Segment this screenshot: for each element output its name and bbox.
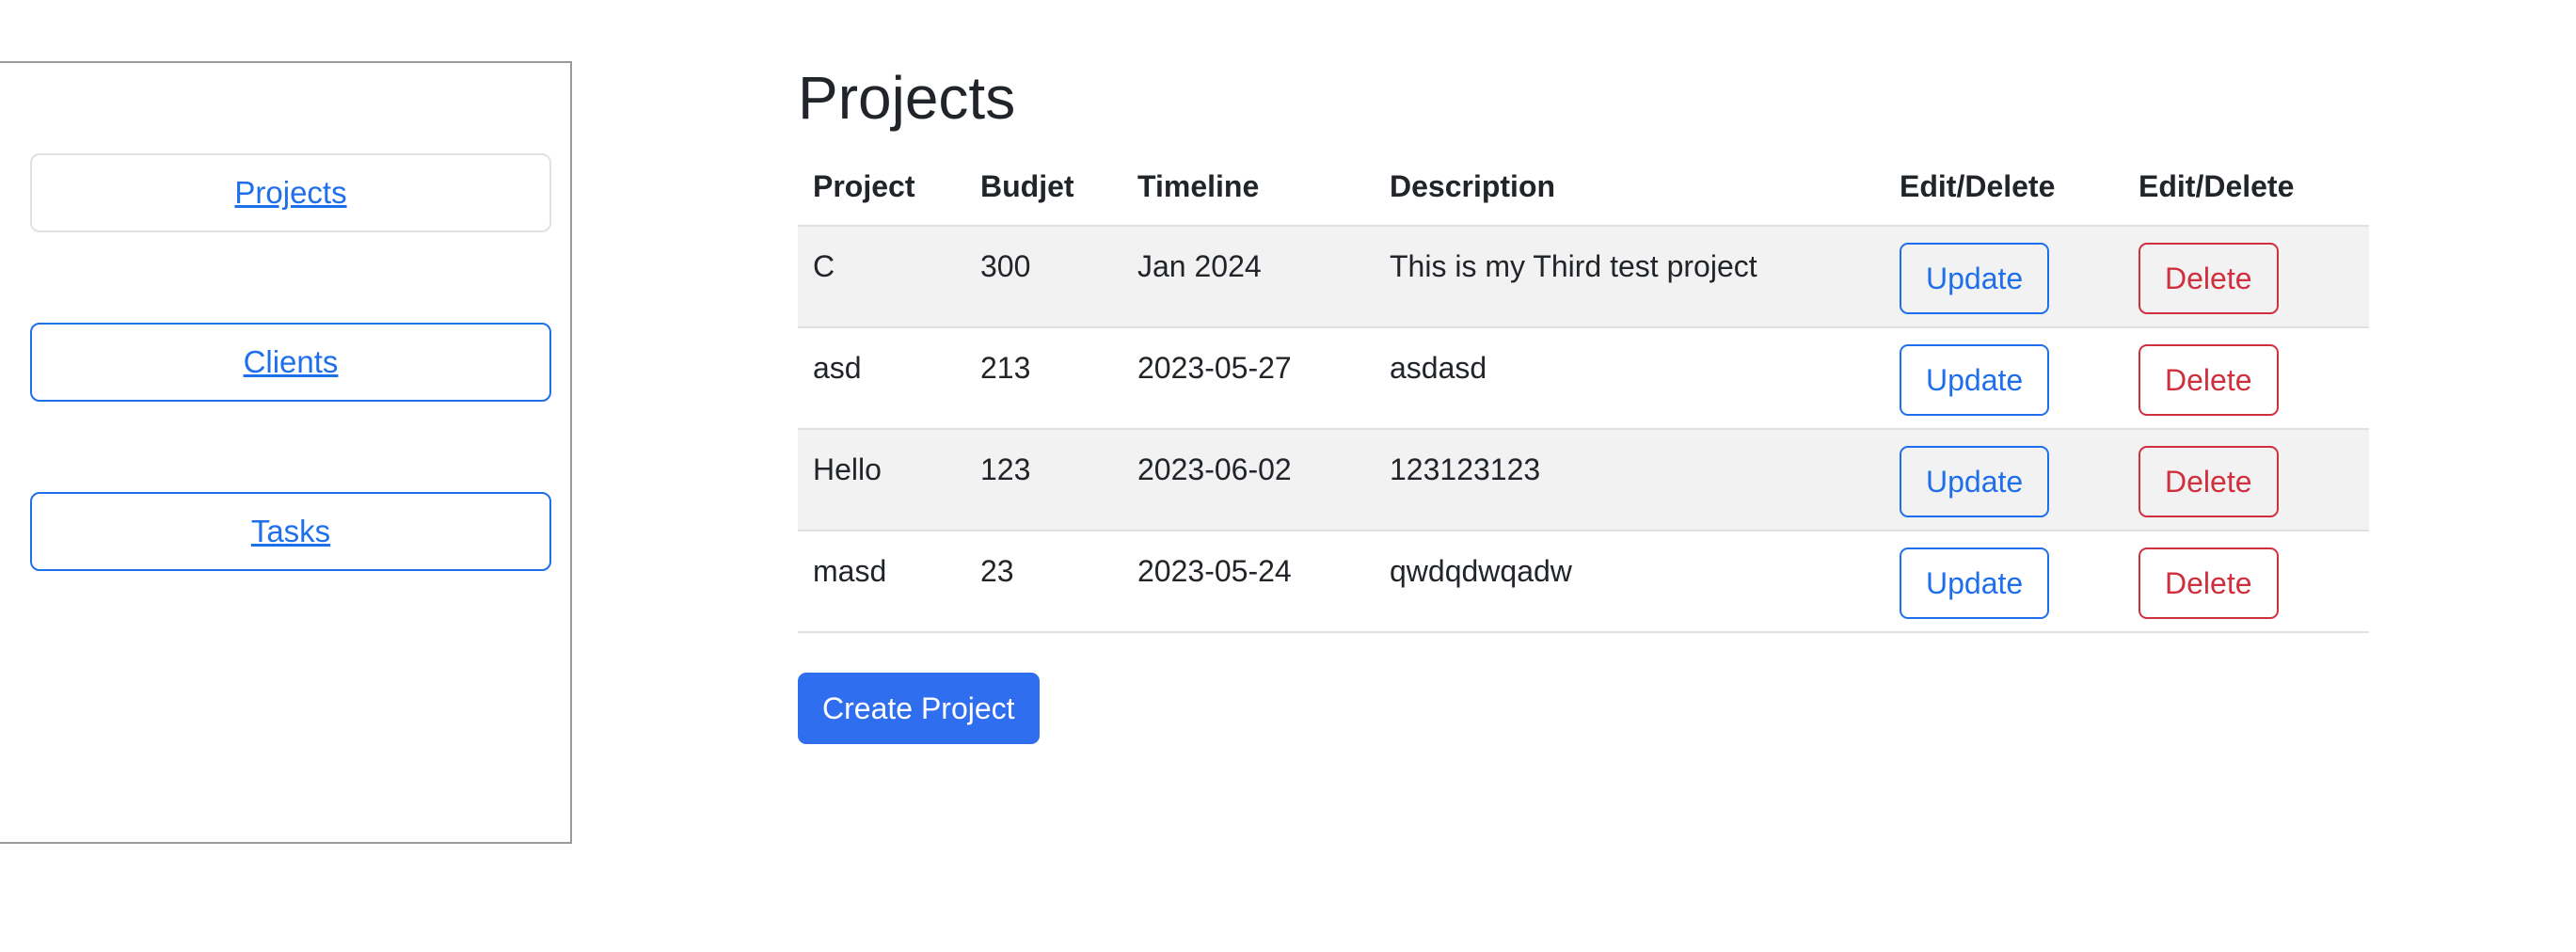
- delete-cell: Delete: [2123, 327, 2369, 430]
- delete-button[interactable]: Delete: [2139, 547, 2279, 619]
- table-header-row: Project Budjet Timeline Description Edit…: [798, 148, 2369, 227]
- sidebar-item-label[interactable]: Tasks: [251, 514, 330, 549]
- table-row: masd 23 2023-05-24 qwdqdwqadw Update Del…: [798, 531, 2369, 633]
- column-header-budget: Budjet: [965, 148, 1122, 227]
- projects-table: Project Budjet Timeline Description Edit…: [798, 148, 2369, 633]
- update-cell: Update: [1884, 429, 2123, 532]
- column-header-description: Description: [1375, 148, 1884, 227]
- project-cell: asd: [798, 327, 965, 430]
- update-cell: Update: [1884, 327, 2123, 430]
- budget-cell: 213: [965, 327, 1122, 430]
- table-row: Hello 123 2023-06-02 123123123 Update De…: [798, 429, 2369, 532]
- column-header-edit-delete: Edit/Delete: [2123, 148, 2369, 227]
- timeline-cell: 2023-06-02: [1122, 429, 1375, 532]
- delete-button[interactable]: Delete: [2139, 446, 2279, 517]
- sidebar-item-tasks[interactable]: Tasks: [30, 492, 551, 571]
- sidebar-item-clients[interactable]: Clients: [30, 323, 551, 402]
- sidebar-item-label[interactable]: Clients: [244, 344, 339, 380]
- timeline-cell: 2023-05-24: [1122, 531, 1375, 633]
- column-header-edit-delete: Edit/Delete: [1884, 148, 2123, 227]
- delete-cell: Delete: [2123, 429, 2369, 532]
- delete-cell: Delete: [2123, 531, 2369, 633]
- project-cell: Hello: [798, 429, 965, 532]
- description-cell: 123123123: [1375, 429, 1884, 532]
- delete-cell: Delete: [2123, 226, 2369, 328]
- delete-button[interactable]: Delete: [2139, 243, 2279, 314]
- update-cell: Update: [1884, 531, 2123, 633]
- timeline-cell: 2023-05-27: [1122, 327, 1375, 430]
- delete-button[interactable]: Delete: [2139, 344, 2279, 416]
- create-project-button[interactable]: Create Project: [798, 673, 1040, 744]
- update-button[interactable]: Update: [1900, 344, 2050, 416]
- budget-cell: 300: [965, 226, 1122, 328]
- description-cell: This is my Third test project: [1375, 226, 1884, 328]
- column-header-project: Project: [798, 148, 965, 227]
- sidebar: Projects Clients Tasks: [0, 61, 572, 844]
- update-button[interactable]: Update: [1900, 243, 2050, 314]
- page-title: Projects: [798, 64, 1016, 132]
- timeline-cell: Jan 2024: [1122, 226, 1375, 328]
- description-cell: asdasd: [1375, 327, 1884, 430]
- budget-cell: 23: [965, 531, 1122, 633]
- project-cell: C: [798, 226, 965, 328]
- description-cell: qwdqdwqadw: [1375, 531, 1884, 633]
- table-row: C 300 Jan 2024 This is my Third test pro…: [798, 226, 2369, 328]
- update-button[interactable]: Update: [1900, 547, 2050, 619]
- update-button[interactable]: Update: [1900, 446, 2050, 517]
- table-row: asd 213 2023-05-27 asdasd Update Delete: [798, 327, 2369, 430]
- budget-cell: 123: [965, 429, 1122, 532]
- project-cell: masd: [798, 531, 965, 633]
- sidebar-item-projects[interactable]: Projects: [30, 153, 551, 232]
- sidebar-item-label[interactable]: Projects: [234, 175, 346, 211]
- update-cell: Update: [1884, 226, 2123, 328]
- column-header-timeline: Timeline: [1122, 148, 1375, 227]
